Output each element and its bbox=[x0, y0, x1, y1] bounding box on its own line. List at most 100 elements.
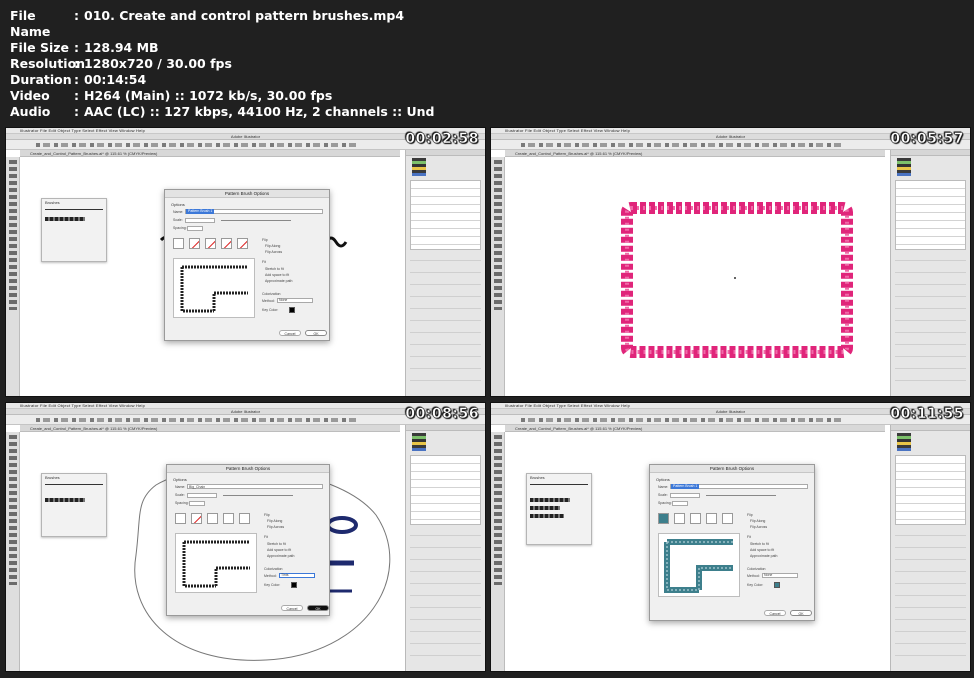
approximate-path-radio[interactable]: Approximate path bbox=[267, 554, 294, 558]
right-panel[interactable] bbox=[890, 150, 970, 396]
flip-along-checkbox[interactable]: Flip Along bbox=[265, 244, 280, 248]
scale-select[interactable] bbox=[670, 493, 700, 498]
flip-label: Flip bbox=[747, 513, 753, 517]
thumbnail-4[interactable]: Illustrator File Edit Object Type Select… bbox=[490, 402, 971, 672]
scale-select[interactable] bbox=[187, 493, 217, 498]
tile-buttons[interactable] bbox=[173, 238, 248, 249]
tile-start[interactable] bbox=[706, 513, 717, 524]
flip-label: Flip bbox=[262, 238, 268, 242]
document-tab-label: Create_and_Control_Pattern_Brushes.ai* @… bbox=[30, 426, 158, 431]
scale-slider[interactable] bbox=[221, 220, 291, 221]
cancel-button[interactable]: Cancel bbox=[279, 330, 301, 336]
timestamp: 00:11:55 bbox=[890, 406, 964, 423]
method-value: None bbox=[764, 573, 773, 577]
layers-list[interactable] bbox=[895, 455, 966, 525]
right-panel[interactable] bbox=[405, 425, 485, 671]
right-panel[interactable] bbox=[405, 150, 485, 396]
tile-inner-corner[interactable] bbox=[205, 238, 216, 249]
pattern-brush-options-dialog[interactable]: Pattern Brush Options Options Name: Big_… bbox=[166, 464, 330, 616]
key-color-swatch[interactable] bbox=[289, 307, 295, 313]
add-space-radio[interactable]: Add space to fit bbox=[265, 273, 289, 277]
spacing-input[interactable] bbox=[189, 501, 205, 506]
brush-stroke-basic[interactable] bbox=[530, 484, 588, 485]
tile-start[interactable] bbox=[223, 513, 234, 524]
layers-list[interactable] bbox=[895, 180, 966, 250]
tile-start[interactable] bbox=[221, 238, 232, 249]
scale-slider[interactable] bbox=[706, 495, 776, 496]
right-panel[interactable] bbox=[890, 425, 970, 671]
flip-across-checkbox[interactable]: Flip Across bbox=[265, 250, 282, 254]
brush-stroke-pattern[interactable] bbox=[45, 217, 85, 221]
pattern-brush-options-dialog[interactable]: Pattern Brush Options Options Name: Patt… bbox=[649, 464, 815, 621]
key-color-swatch[interactable] bbox=[774, 582, 780, 588]
key-color-swatch[interactable] bbox=[291, 582, 297, 588]
stretch-to-fit-radio[interactable]: Stretch to fit bbox=[267, 542, 286, 546]
brush-stroke-basic[interactable] bbox=[45, 484, 103, 485]
tile-end[interactable] bbox=[239, 513, 250, 524]
ok-button[interactable]: OK bbox=[790, 610, 812, 616]
name-value: Pattern Brush 1 bbox=[671, 484, 700, 489]
ok-button[interactable]: OK bbox=[305, 330, 327, 336]
scale-slider[interactable] bbox=[223, 495, 293, 496]
tools-panel[interactable] bbox=[491, 157, 505, 396]
file-info-row: Video: H264 (Main) :: 1072 kb/s, 30.00 fp… bbox=[10, 88, 435, 104]
stretch-to-fit-radio[interactable]: Stretch to fit bbox=[265, 267, 284, 271]
brushes-panel[interactable]: Brushes bbox=[526, 473, 592, 545]
approximate-path-radio[interactable]: Approximate path bbox=[750, 554, 777, 558]
flip-across-checkbox[interactable]: Flip Across bbox=[267, 525, 284, 529]
brushes-panel[interactable]: Brushes bbox=[41, 473, 107, 537]
add-space-radio[interactable]: Add space to fit bbox=[750, 548, 774, 552]
flip-across-checkbox[interactable]: Flip Across bbox=[750, 525, 767, 529]
preview-path bbox=[182, 540, 250, 588]
pattern-brush-options-dialog[interactable]: Pattern Brush Options Options Name: Patt… bbox=[164, 189, 330, 341]
brush-stroke-pattern[interactable] bbox=[45, 498, 85, 502]
flip-along-checkbox[interactable]: Flip Along bbox=[750, 519, 765, 523]
layers-list[interactable] bbox=[410, 180, 481, 250]
tile-side[interactable] bbox=[173, 238, 184, 249]
tools-panel[interactable] bbox=[491, 432, 505, 671]
file-info-value: 1280x720 / 30.00 fps bbox=[84, 56, 232, 71]
scale-select[interactable] bbox=[185, 218, 215, 223]
flip-along-checkbox[interactable]: Flip Along bbox=[267, 519, 282, 523]
ok-button[interactable]: OK bbox=[307, 605, 329, 611]
brush-stroke-pattern[interactable] bbox=[530, 498, 570, 502]
tile-end[interactable] bbox=[722, 513, 733, 524]
tile-side[interactable] bbox=[658, 513, 669, 524]
tools-panel[interactable] bbox=[6, 157, 20, 396]
document-tab-label: Create_and_Control_Pattern_Brushes.ai* @… bbox=[30, 151, 158, 156]
brushes-panel[interactable]: Brushes bbox=[41, 198, 107, 262]
layers-list[interactable] bbox=[410, 455, 481, 525]
tile-outer-corner[interactable] bbox=[191, 513, 202, 524]
tile-outer-corner[interactable] bbox=[674, 513, 685, 524]
thumbnail-1[interactable]: Illustrator File Edit Object Type Select… bbox=[5, 127, 486, 397]
tile-end[interactable] bbox=[237, 238, 248, 249]
key-color-label: Key Color: bbox=[747, 583, 764, 587]
tile-side[interactable] bbox=[175, 513, 186, 524]
tools-panel[interactable] bbox=[6, 432, 20, 671]
tile-inner-corner[interactable] bbox=[690, 513, 701, 524]
name-value: Big_Chain bbox=[189, 485, 206, 489]
brush-stroke-basic[interactable] bbox=[45, 209, 103, 210]
spacing-input[interactable] bbox=[187, 226, 203, 231]
file-info-key: File Size bbox=[10, 40, 69, 55]
fit-label: Fit bbox=[262, 260, 266, 264]
add-space-radio[interactable]: Add space to fit bbox=[267, 548, 291, 552]
thumbnail-3[interactable]: Illustrator File Edit Object Type Select… bbox=[5, 402, 486, 672]
file-info-row: Resolution:1280x720 / 30.00 fps bbox=[10, 56, 435, 72]
name-input[interactable] bbox=[187, 484, 323, 489]
stretch-to-fit-radio[interactable]: Stretch to fit bbox=[750, 542, 769, 546]
tile-buttons[interactable] bbox=[175, 513, 250, 524]
tile-inner-corner[interactable] bbox=[207, 513, 218, 524]
tile-buttons[interactable] bbox=[658, 513, 733, 524]
cancel-button[interactable]: Cancel bbox=[281, 605, 303, 611]
thumbnail-2[interactable]: Illustrator File Edit Object Type Select… bbox=[490, 127, 971, 397]
approximate-path-radio[interactable]: Approximate path bbox=[265, 279, 292, 283]
cancel-button[interactable]: Cancel bbox=[764, 610, 786, 616]
brush-stroke-pattern[interactable] bbox=[530, 514, 564, 518]
tile-outer-corner[interactable] bbox=[189, 238, 200, 249]
spacing-input[interactable] bbox=[672, 501, 688, 506]
brush-stroke-pattern[interactable] bbox=[530, 506, 560, 510]
method-value: Tints bbox=[281, 573, 289, 577]
timestamp: 00:02:58 bbox=[405, 131, 479, 148]
file-info-value: 128.94 MB bbox=[84, 40, 159, 55]
